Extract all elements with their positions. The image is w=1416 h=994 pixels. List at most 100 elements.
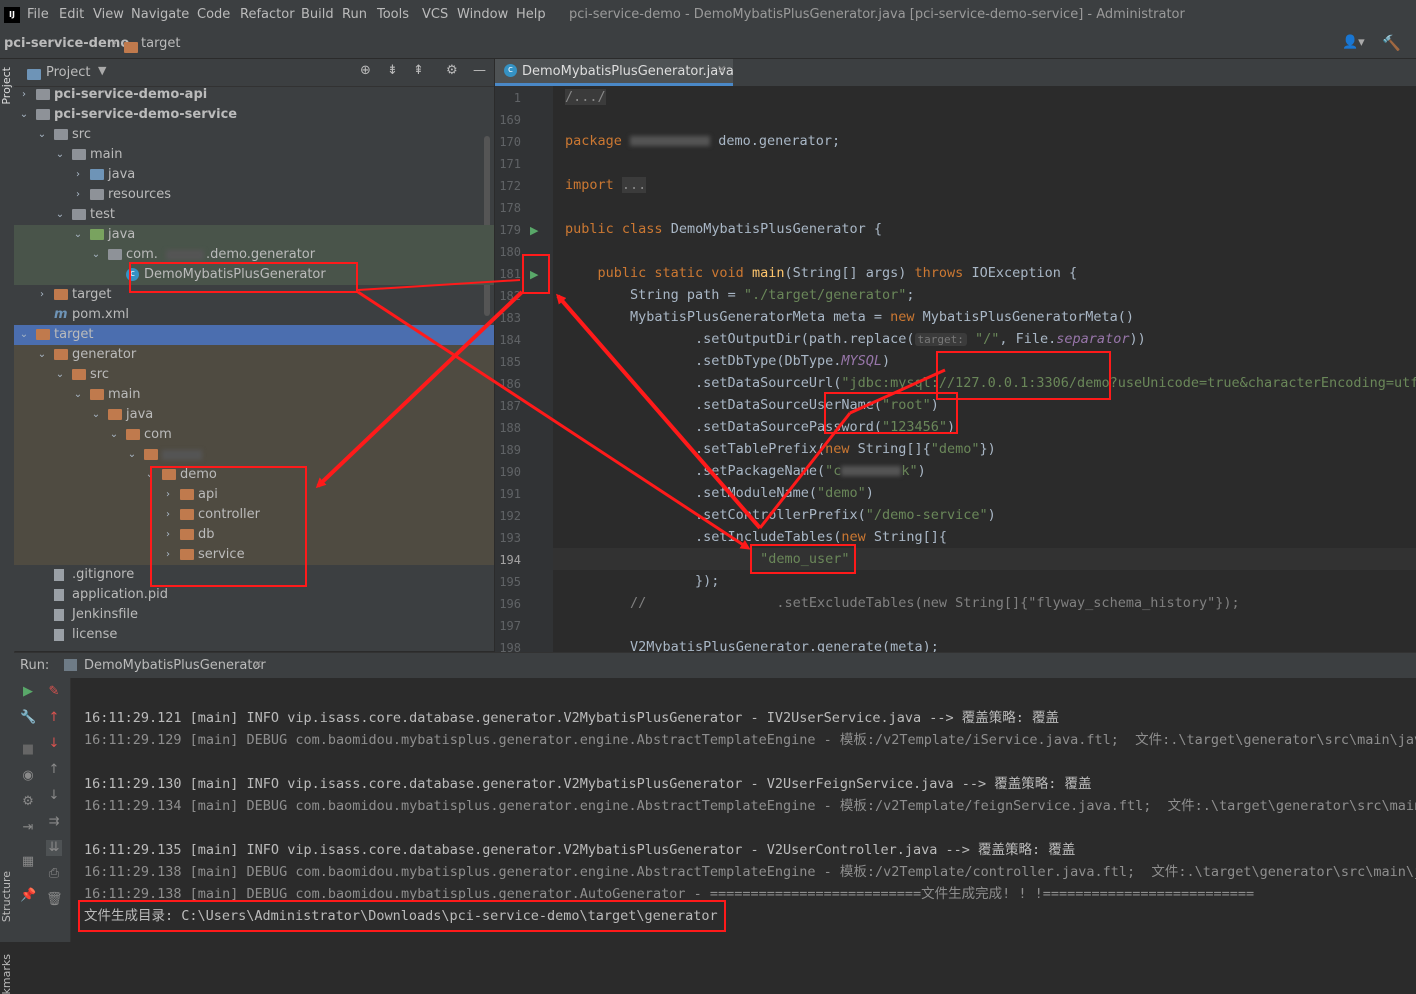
tree-row[interactable]: ⌄ test (14, 205, 494, 225)
gear-icon[interactable]: ⚙ (20, 794, 36, 810)
run-class-icon[interactable]: ▶ (530, 224, 538, 237)
menu-view[interactable]: View (93, 7, 124, 22)
menu-window[interactable]: Window (457, 7, 508, 22)
project-panel-title[interactable]: Project (46, 65, 90, 80)
chevron-right-icon[interactable]: › (72, 185, 84, 205)
layout-icon[interactable]: ▦ (20, 854, 36, 870)
console-line: 16:11:29.138 [main] DEBUG com.baomidou.m… (84, 864, 1416, 880)
menu-edit[interactable]: Edit (59, 7, 84, 22)
bookmarks-tool-button[interactable]: kmarks (0, 954, 13, 994)
chevron-down-icon[interactable]: ▼ (98, 64, 106, 77)
tree-row[interactable]: ⌄ pci-service-demo-service (14, 105, 494, 125)
down-arrow-icon[interactable]: ↓ (46, 736, 62, 752)
tree-row[interactable]: application.pid (14, 585, 494, 605)
tree-row[interactable]: m pom.xml (14, 305, 494, 325)
project-panel-header: Project ▼ ⊕ ⇟ ⇞ ⚙ — (14, 59, 494, 87)
menu-navigate[interactable]: Navigate (131, 7, 189, 22)
line-number: 192 (499, 509, 521, 523)
menu-refactor[interactable]: Refactor (240, 7, 295, 22)
soft-wrap-icon[interactable]: ⇉ (46, 814, 62, 830)
line-number: 186 (499, 377, 521, 391)
clear-icon[interactable]: ✎ (46, 684, 62, 700)
tree-row[interactable]: ⌄ com (14, 425, 494, 445)
chevron-down-icon[interactable]: ⌄ (90, 405, 102, 425)
breadcrumb-target[interactable]: target (141, 36, 181, 51)
chevron-down-icon[interactable]: ⌄ (54, 365, 66, 385)
tree-row[interactable]: ⌄ (14, 445, 494, 465)
project-tool-button[interactable]: Project (0, 67, 13, 105)
breadcrumb-project[interactable]: pci-service-demo (4, 36, 129, 51)
menu-vcs[interactable]: VCS (422, 7, 448, 22)
code-line-170: package demo.generator; (565, 133, 841, 149)
pin-icon[interactable]: 📌 (20, 888, 36, 904)
user-icon[interactable]: 👤▾ (1342, 35, 1365, 50)
scroll-to-end-icon[interactable]: ⇊ (46, 840, 62, 856)
tab-demo-generator[interactable]: c DemoMybatisPlusGenerator.java ✕ (495, 59, 734, 86)
build-hammer-icon[interactable]: 🔨 (1382, 34, 1401, 52)
tree-row[interactable]: ⌄ src (14, 365, 494, 385)
chevron-down-icon[interactable]: ⌄ (72, 225, 84, 245)
line-number: 195 (499, 575, 521, 589)
chevron-down-icon[interactable]: ⌄ (18, 325, 30, 345)
tree-item-label: pci-service-demo-service (54, 107, 238, 122)
menu-run[interactable]: Run (342, 7, 367, 22)
tree-row[interactable]: ⌄ src (14, 125, 494, 145)
up-arrow-icon[interactable]: ↑ (46, 710, 62, 726)
menu-tools[interactable]: Tools (377, 7, 409, 22)
tree-row[interactable]: ⌄ java (14, 225, 494, 245)
excluded-folder-icon (126, 429, 140, 440)
chevron-right-icon[interactable]: › (18, 85, 30, 105)
tree-row[interactable]: ⌄ generator (14, 345, 494, 365)
close-icon[interactable]: ✕ (717, 63, 726, 76)
tree-row[interactable]: ⌄ main (14, 145, 494, 165)
print-icon[interactable]: ⎙ (46, 866, 62, 882)
hide-icon[interactable]: — (473, 63, 486, 78)
exit-icon[interactable]: ⇥ (20, 820, 36, 836)
stop-icon[interactable]: ■ (20, 742, 36, 758)
close-icon[interactable]: ✕ (253, 658, 262, 671)
scroll-down-icon[interactable]: ↓ (46, 788, 62, 804)
run-toolbar-right: ✎ ↑ ↓ ↑ ↓ ⇉ ⇊ ⎙ 🗑 (40, 678, 71, 942)
line-number: 189 (499, 443, 521, 457)
code-line-193: .setIncludeTables(new String[]{ (695, 529, 948, 545)
tree-row[interactable]: › resources (14, 185, 494, 205)
chevron-down-icon[interactable]: ⌄ (54, 205, 66, 225)
chevron-down-icon[interactable]: ⌄ (126, 445, 138, 465)
run-tab-label[interactable]: DemoMybatisPlusGenerator (84, 658, 266, 673)
scroll-up-icon[interactable]: ↑ (46, 762, 62, 778)
tree-row[interactable]: ⌄ main (14, 385, 494, 405)
run-config-icon (64, 659, 77, 671)
chevron-down-icon[interactable]: ⌄ (54, 145, 66, 165)
wrench-icon[interactable]: 🔧 (20, 710, 36, 726)
chevron-down-icon[interactable]: ⌄ (90, 245, 102, 265)
menu-build[interactable]: Build (301, 7, 334, 22)
chevron-down-icon[interactable]: ⌄ (18, 105, 30, 125)
chevron-right-icon[interactable]: › (72, 165, 84, 185)
tree-item-label: pci-service-demo-api (54, 87, 208, 102)
menu-help[interactable]: Help (516, 7, 546, 22)
tree-row[interactable]: Jenkinsfile (14, 605, 494, 625)
collapse-all-icon[interactable]: ⇞ (413, 63, 424, 78)
tree-row[interactable]: › java (14, 165, 494, 185)
chevron-down-icon[interactable]: ⌄ (72, 385, 84, 405)
gear-icon[interactable]: ⚙ (446, 63, 458, 78)
tree-row[interactable]: › pci-service-demo-api (14, 85, 494, 105)
tree-row[interactable]: license (14, 625, 494, 645)
chevron-down-icon[interactable]: ⌄ (108, 425, 120, 445)
expand-all-icon[interactable]: ⇟ (387, 63, 398, 78)
rerun-icon[interactable]: ▶ (20, 684, 36, 700)
structure-tool-button[interactable]: Structure (0, 871, 13, 922)
camera-icon[interactable]: ◉ (20, 768, 36, 784)
chevron-down-icon[interactable]: ⌄ (36, 125, 48, 145)
chevron-right-icon[interactable]: › (36, 285, 48, 305)
redacted-text (162, 450, 202, 460)
tree-row[interactable]: ⌄ target (14, 325, 494, 345)
menu-code[interactable]: Code (197, 7, 230, 22)
menu-file[interactable]: File (27, 7, 49, 22)
tree-row[interactable]: ⌄ java (14, 405, 494, 425)
locate-icon[interactable]: ⊕ (360, 63, 371, 78)
chevron-down-icon[interactable]: ⌄ (36, 345, 48, 365)
line-number: 169 (499, 113, 521, 127)
trash-icon[interactable]: 🗑 (46, 892, 63, 908)
tree-item-label: target (72, 287, 112, 302)
